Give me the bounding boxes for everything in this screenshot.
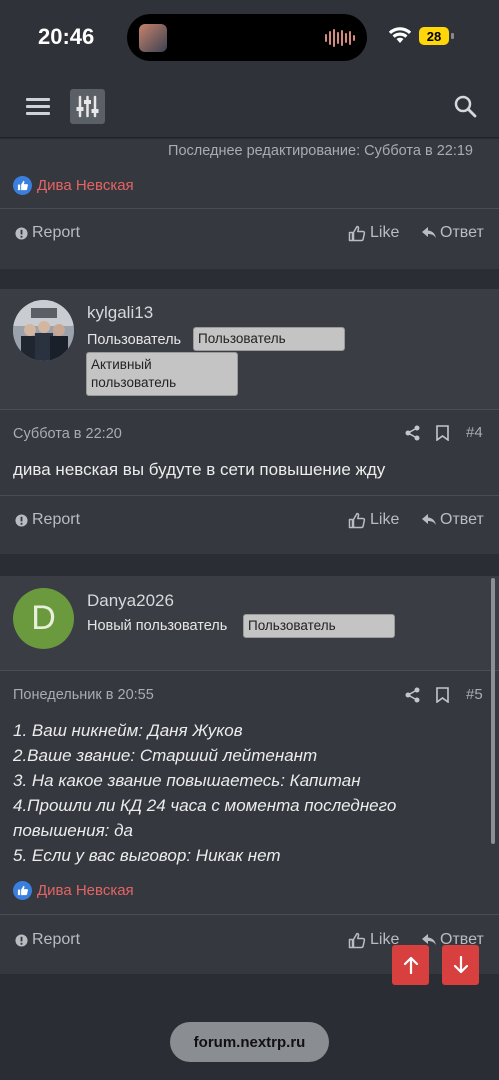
arrow-up-icon <box>403 956 418 974</box>
reply-icon <box>422 227 436 238</box>
browser-url-bar[interactable]: forum.nextrp.ru <box>170 1022 329 1062</box>
username[interactable]: Danya2026 <box>87 591 174 611</box>
alert-icon <box>15 933 28 947</box>
post-line: 3. На какое звание повышаетесь: Капитан <box>13 771 361 790</box>
bookmark-icon[interactable] <box>436 424 449 441</box>
report-button[interactable]: Report <box>15 224 80 242</box>
post-date[interactable]: Суббота в 22:20 <box>13 426 122 442</box>
clock: 20:46 <box>38 24 95 49</box>
post-author-header: kylgali13 Пользователь Пользователь Акти… <box>0 289 499 410</box>
previous-post-footer: Последнее редактирование: Суббота в 22:1… <box>0 139 499 269</box>
menu-icon[interactable] <box>26 98 50 116</box>
post-body: дива невская вы будуте в сети повышение … <box>13 460 386 479</box>
thumbs-up-icon <box>13 176 32 195</box>
reply-button[interactable]: Ответ <box>422 224 484 242</box>
report-button[interactable]: Report <box>15 511 80 529</box>
user-banner: Пользователь <box>193 327 345 351</box>
last-edited-text: Последнее редактирование: Суббота в 22:1… <box>168 143 473 159</box>
battery-indicator: 28 <box>419 27 449 45</box>
user-title: Пользователь <box>87 332 182 348</box>
post-actions: Report Like Ответ <box>0 511 499 541</box>
audio-wave-icon <box>325 28 355 48</box>
post-number[interactable]: #5 <box>466 686 483 703</box>
scroll-down-button[interactable] <box>442 945 479 985</box>
battery-tip <box>451 33 454 39</box>
liker-name[interactable]: Дива Невская <box>37 177 134 194</box>
post-line: 5. Если у вас выговор: Никак нет <box>13 846 281 865</box>
url-text: forum.nextrp.ru <box>193 1033 306 1051</box>
reply-label: Ответ <box>440 224 484 241</box>
post-date[interactable]: Понедельник в 20:55 <box>13 687 154 703</box>
divider <box>0 208 499 209</box>
bookmark-icon[interactable] <box>436 686 449 703</box>
user-banner-active: Активный пользователь <box>86 352 238 396</box>
liker-name[interactable]: Дива Невская <box>37 882 134 899</box>
reply-label: Ответ <box>440 511 484 528</box>
forum-navbar <box>0 72 499 138</box>
post-line: 1. Ваш никнейм: Даня Жуков <box>13 721 243 740</box>
scrollbar[interactable] <box>491 578 495 844</box>
status-bar: 20:46 28 <box>0 0 499 72</box>
dynamic-island[interactable] <box>127 14 367 61</box>
like-label: Like <box>370 511 400 528</box>
post-author-header: D Danya2026 Новый пользователь Пользоват… <box>0 576 499 671</box>
divider <box>0 495 499 496</box>
thumbs-up-icon <box>13 881 32 900</box>
arrow-down-icon <box>453 956 468 974</box>
share-icon[interactable] <box>405 687 420 703</box>
post-line: повышения: да <box>13 821 133 840</box>
post-line: 4.Прошли ли КД 24 часа с момента последн… <box>13 796 397 815</box>
scroll-up-button[interactable] <box>392 945 429 985</box>
post-meta-actions: #4 <box>405 424 483 441</box>
avatar[interactable]: D <box>13 588 74 649</box>
post-line: 2.Ваше звание: Старший лейтенант <box>13 746 318 765</box>
reply-button[interactable]: Ответ <box>422 511 484 529</box>
likes-summary[interactable]: Дива Невская <box>13 881 134 900</box>
post-body: 1. Ваш никнейм: Даня Жуков 2.Ваше звание… <box>13 718 396 868</box>
divider <box>0 914 499 915</box>
like-button[interactable]: Like <box>348 511 399 529</box>
avatar[interactable] <box>13 300 74 361</box>
report-button[interactable]: Report <box>15 931 80 949</box>
user-banner: Пользователь <box>243 614 395 638</box>
post-meta-actions: #5 <box>405 686 483 703</box>
filter-button[interactable] <box>70 89 105 124</box>
like-label: Like <box>370 224 400 241</box>
post-number[interactable]: #4 <box>466 424 483 441</box>
search-icon[interactable] <box>453 94 477 118</box>
now-playing-artwork <box>139 24 167 52</box>
report-label: Report <box>32 511 81 528</box>
reply-icon <box>422 514 436 525</box>
sliders-icon <box>76 95 99 118</box>
likes-summary[interactable]: Дива Невская <box>13 176 134 195</box>
username[interactable]: kylgali13 <box>87 303 153 323</box>
post-actions: Report Like Ответ <box>0 224 499 254</box>
report-label: Report <box>32 931 81 948</box>
post-4: kylgali13 Пользователь Пользователь Акти… <box>0 289 499 554</box>
post-5: D Danya2026 Новый пользователь Пользоват… <box>0 576 499 974</box>
user-title: Новый пользователь <box>87 618 228 634</box>
alert-icon <box>15 226 28 240</box>
user-photo <box>13 300 74 361</box>
thumbs-up-outline-icon <box>348 512 366 528</box>
share-icon[interactable] <box>405 425 420 441</box>
thumbs-up-outline-icon <box>348 225 366 241</box>
wifi-icon <box>388 27 412 43</box>
avatar-letter: D <box>31 599 56 637</box>
report-label: Report <box>32 224 81 241</box>
alert-icon <box>15 513 28 527</box>
thumbs-up-outline-icon <box>348 932 366 948</box>
like-button[interactable]: Like <box>348 224 399 242</box>
